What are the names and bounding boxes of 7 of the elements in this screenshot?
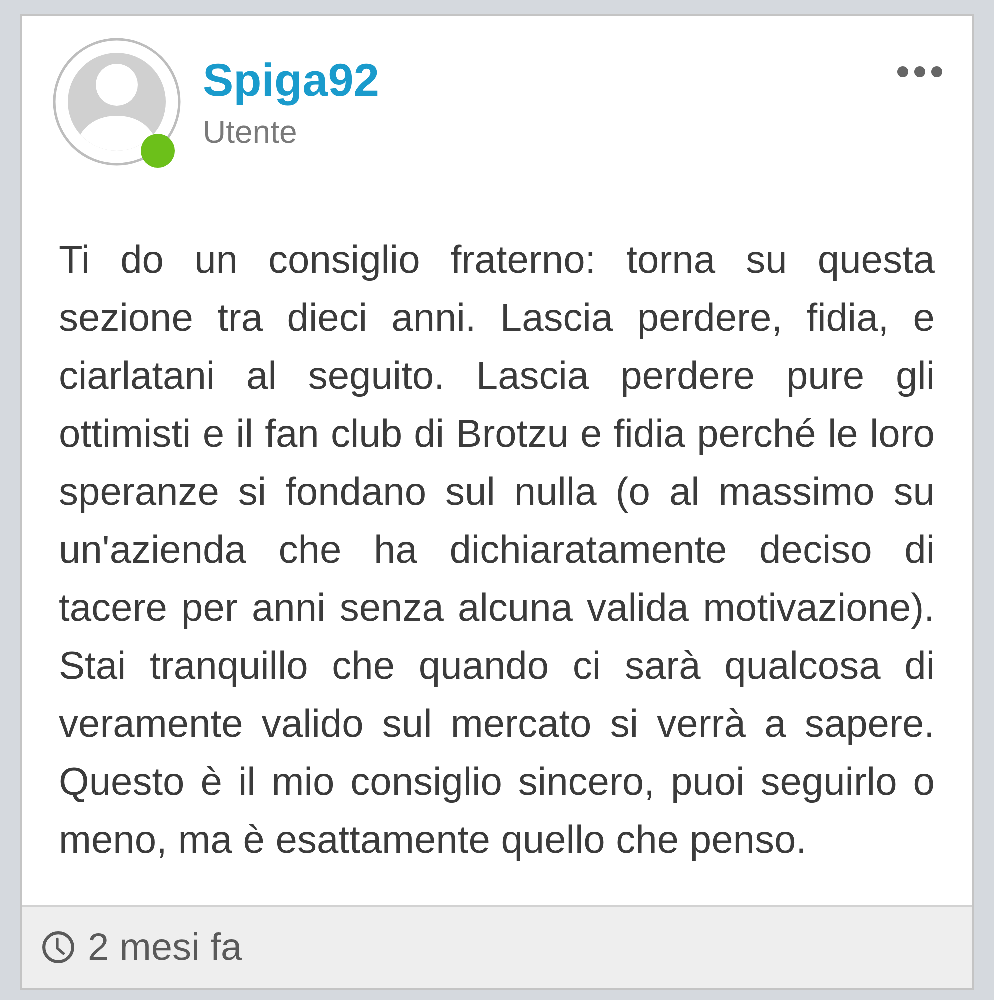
more-options-icon[interactable] xyxy=(897,66,943,78)
avatar-silhouette-icon xyxy=(53,38,181,166)
user-role: Utente xyxy=(203,113,298,152)
username-link[interactable]: Spiga92 xyxy=(203,53,380,107)
clock-icon xyxy=(42,931,75,964)
post-time: 2 mesi fa xyxy=(88,926,242,970)
post-text: Ti do un consiglio fraterno: torna su questa sezione tra dieci anni. Lascia perdere, fidia, e ciarlatani al seguito. Lascia perdere pure gli ottimisti e il fan club di Brotzu e fidia perché le loro speranze si fondano sul nulla (o al massimo su un'azienda che ha dichiaratamente deciso di tacere per anni senza alcuna valida motivazione). Stai tranquillo che quando ci sarà qualcosa di veramente valido sul mercato si verrà a sapere. Questo è il mio consiglio sincero, puoi seguirlo o meno, ma è esattamente quello che penso. xyxy=(59,238,935,864)
